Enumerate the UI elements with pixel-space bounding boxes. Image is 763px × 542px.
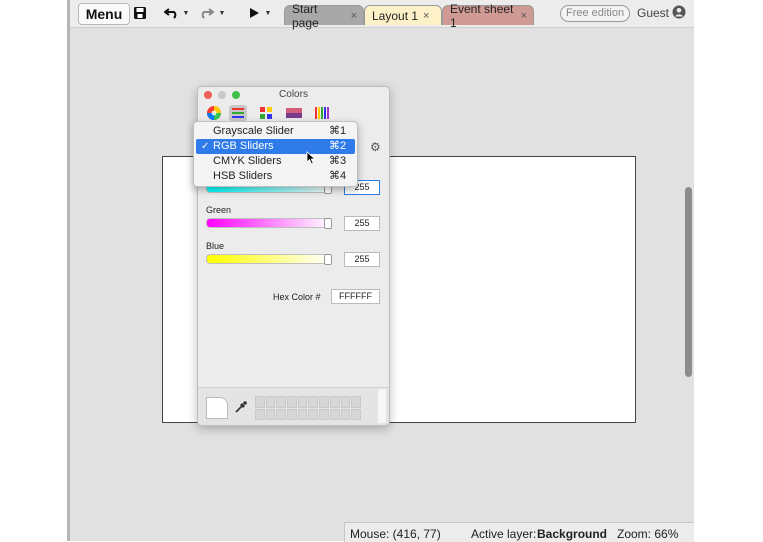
swatch-cell[interactable] — [308, 396, 319, 408]
menu-item-shortcut: ⌘2 — [329, 140, 347, 152]
menu-item-label: CMYK Sliders — [213, 155, 282, 167]
color-wheel-icon[interactable] — [206, 105, 224, 121]
panel-title: Colors — [279, 89, 308, 100]
color-swatch-grid[interactable] — [255, 396, 361, 420]
green-slider-knob[interactable] — [324, 218, 332, 229]
menu-item-label: RGB Sliders — [213, 140, 274, 152]
zoom-level: Zoom: 66% — [617, 527, 679, 541]
image-palettes-icon[interactable] — [285, 105, 303, 121]
color-mode-dropdown: Grayscale Slider ⌘1 ✓ RGB Sliders ⌘2 CMY… — [193, 121, 358, 187]
menu-item-label: HSB Sliders — [213, 170, 273, 182]
tab-label: Event sheet 1 — [450, 1, 514, 30]
swatch-cell[interactable] — [329, 396, 340, 408]
gear-icon[interactable]: ⚙ — [370, 140, 381, 154]
swatch-cell[interactable] — [276, 396, 287, 408]
redo-dropdown-icon[interactable]: ▼ — [218, 3, 226, 23]
play-dropdown-icon[interactable]: ▼ — [264, 3, 272, 23]
blue-slider-knob[interactable] — [324, 254, 332, 265]
swatch-cell[interactable] — [276, 408, 287, 420]
redo-icon[interactable] — [196, 3, 216, 23]
menu-item-shortcut: ⌘3 — [329, 155, 347, 167]
swatch-cell[interactable] — [297, 408, 308, 420]
scrollbar-thumb[interactable] — [685, 187, 692, 377]
swatch-cell[interactable] — [287, 396, 297, 408]
current-color-swatch[interactable] — [206, 397, 228, 419]
undo-icon[interactable] — [162, 3, 182, 23]
tab-label: Layout 1 — [372, 8, 419, 23]
close-icon[interactable]: × — [521, 10, 527, 22]
swatch-cell[interactable] — [297, 396, 308, 408]
status-bar: Mouse: (416, 77) Active layer: Backgroun… — [344, 522, 695, 542]
tab-label: Start page — [292, 1, 319, 30]
blue-label: Blue — [206, 241, 225, 251]
swatch-cell[interactable] — [287, 408, 297, 420]
tab-layout-1[interactable]: Layout 1 × — [364, 5, 442, 25]
swatch-cell[interactable] — [265, 408, 276, 420]
menu-button[interactable]: Menu — [78, 3, 130, 25]
eyedropper-icon[interactable] — [234, 400, 248, 414]
user-name[interactable]: Guest — [637, 6, 669, 20]
green-label: Green — [206, 205, 232, 215]
menu-item-shortcut: ⌘4 — [329, 170, 347, 182]
main-toolbar: Menu ▼ ▼ ▼ Start page × Layout 1 × Event… — [70, 0, 694, 30]
mouse-pointer-icon — [306, 151, 316, 165]
swatch-cell[interactable] — [265, 396, 276, 408]
menu-item-hsb[interactable]: HSB Sliders ⌘4 — [196, 169, 355, 184]
close-icon[interactable]: × — [423, 10, 429, 22]
swatch-area — [198, 387, 389, 425]
swatch-cell[interactable] — [340, 408, 351, 420]
menu-item-grayscale[interactable]: Grayscale Slider ⌘1 — [196, 124, 355, 139]
swatch-cell[interactable] — [340, 396, 351, 408]
tab-event-sheet-1[interactable]: Event sheet 1 × — [442, 2, 534, 30]
menu-item-shortcut: ⌘1 — [329, 125, 347, 137]
desktop-margin-left — [0, 0, 70, 541]
free-edition-badge[interactable]: Free edition — [560, 5, 631, 22]
desktop-margin-right — [694, 0, 763, 541]
tab-start-page[interactable]: Start page × — [284, 2, 364, 30]
active-layer-value: Background — [537, 527, 608, 541]
swatch-cell[interactable] — [351, 396, 361, 408]
menu-item-cmyk[interactable]: CMYK Sliders ⌘3 — [196, 154, 355, 169]
vertical-scrollbar[interactable] — [684, 27, 694, 521]
checkmark-icon: ✓ — [201, 141, 210, 152]
swatch-cell[interactable] — [329, 408, 340, 420]
green-slider[interactable] — [206, 218, 332, 229]
save-icon[interactable] — [130, 3, 150, 23]
blue-slider[interactable] — [206, 254, 332, 265]
mouse-position: Mouse: (416, 77) — [350, 527, 441, 541]
color-palettes-icon[interactable] — [258, 105, 276, 121]
play-icon[interactable] — [244, 3, 264, 23]
swatch-cell[interactable] — [255, 408, 265, 420]
active-layer-label: Active layer: — [471, 527, 537, 541]
menu-item-label: Grayscale Slider — [213, 125, 294, 137]
green-value-field[interactable]: 255 — [344, 216, 380, 231]
blue-value-field[interactable]: 255 — [344, 252, 380, 267]
hex-color-field[interactable]: FFFFFF — [331, 289, 380, 304]
close-icon[interactable]: × — [351, 10, 357, 22]
undo-dropdown-icon[interactable]: ▼ — [182, 3, 190, 23]
swatch-scrollbar[interactable] — [378, 389, 386, 423]
menu-item-rgb[interactable]: ✓ RGB Sliders ⌘2 — [196, 139, 355, 154]
app-window: Menu ▼ ▼ ▼ Start page × Layout 1 × Event… — [70, 0, 695, 542]
swatch-cell[interactable] — [319, 408, 329, 420]
swatch-cell[interactable] — [351, 408, 361, 420]
swatch-cell[interactable] — [255, 396, 265, 408]
pencils-icon[interactable] — [313, 105, 331, 121]
hex-color-label: Hex Color # — [273, 292, 321, 302]
swatch-cell[interactable] — [319, 396, 329, 408]
color-sliders-icon[interactable] — [229, 105, 247, 121]
swatch-cell[interactable] — [308, 408, 319, 420]
user-avatar-icon[interactable] — [672, 5, 686, 19]
